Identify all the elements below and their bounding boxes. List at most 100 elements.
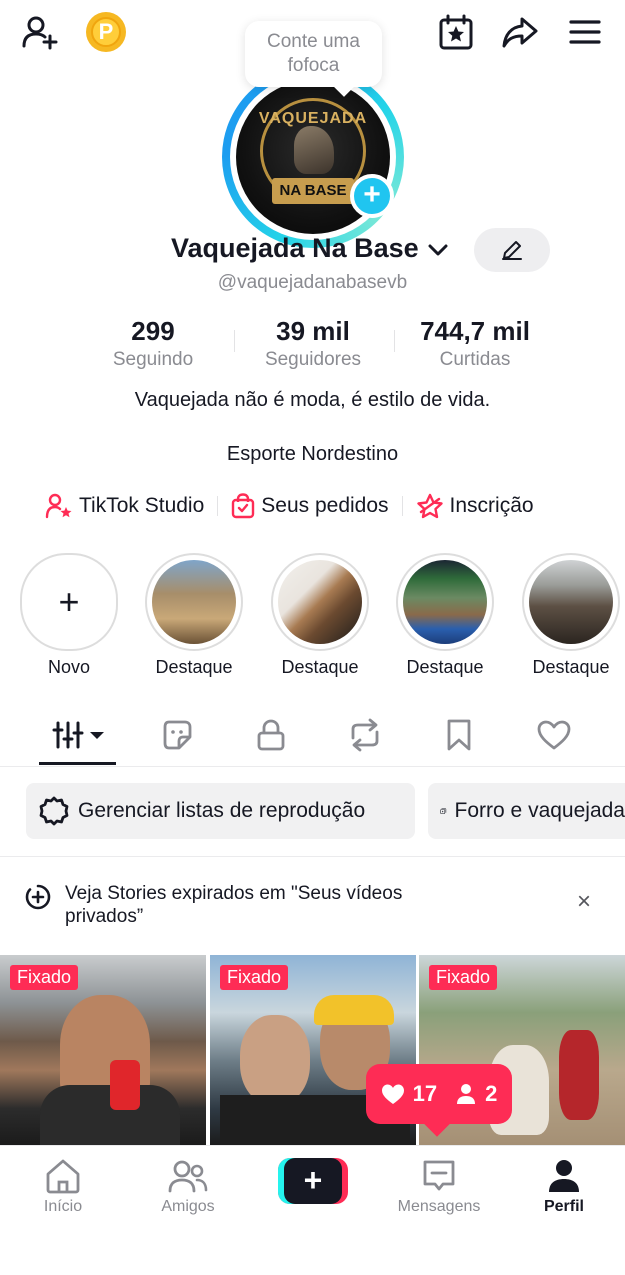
tab-saved[interactable] [429, 714, 489, 756]
stat-likes[interactable]: 744,7 mil Curtidas [410, 316, 540, 371]
link-tiktok-studio[interactable]: TikTok Studio [45, 493, 204, 519]
engagement-popup[interactable]: 17 2 [366, 1064, 512, 1124]
highlight-thumbnail [278, 560, 362, 644]
shopping-bag-icon [232, 493, 255, 519]
chevron-down-icon[interactable] [428, 243, 448, 257]
share-button[interactable] [500, 12, 540, 52]
edit-profile-button[interactable] [474, 228, 550, 272]
playlist-icon [440, 808, 447, 814]
nav-messages[interactable]: Mensagens [384, 1154, 494, 1216]
highlight-label: Destaque [532, 657, 610, 677]
highlight-thumbnail [403, 560, 487, 644]
story-prompt-bubble[interactable]: Conte uma fofoca [245, 21, 382, 87]
playlist-chip-label: Forro e vaquejada [454, 799, 625, 822]
add-highlight-icon: + [20, 553, 118, 651]
highlight-item[interactable]: Destaque [144, 553, 244, 678]
bookmark-icon [447, 719, 471, 751]
highlight-new-label: Novo [47, 657, 91, 677]
grid-filter-icon [52, 721, 104, 749]
highlight-label: Destaque [406, 657, 484, 677]
create-button[interactable]: + [278, 1158, 348, 1204]
share-arrow-icon [502, 17, 538, 48]
person-filled-icon [457, 1084, 476, 1104]
manage-playlists-label: Gerenciar listas de reprodução [78, 799, 366, 822]
heart-icon [537, 720, 571, 750]
profile-name[interactable]: Vaquejada Na Base [171, 233, 419, 264]
person-star-icon [45, 493, 72, 519]
home-icon [46, 1159, 80, 1194]
pinned-badge: Fixado [220, 965, 289, 990]
highlight-item[interactable]: Destaque [521, 553, 621, 678]
tab-videos[interactable] [48, 714, 108, 756]
friends-icon [168, 1160, 208, 1193]
repost-icon [351, 718, 379, 752]
bio-line-2: Esporte Nordestino [226, 443, 399, 465]
hamburger-menu-icon [569, 20, 601, 44]
bio-line-1: Vaquejada não é moda, é estilo de vida. [134, 389, 491, 411]
message-icon [423, 1160, 455, 1191]
sticker-icon [163, 720, 192, 750]
lock-icon [257, 719, 285, 751]
stat-following-label: Seguindo [112, 349, 194, 370]
create-plus-icon: + [284, 1158, 342, 1204]
highlight-new[interactable]: + Novo [19, 553, 119, 678]
link-subscription[interactable]: Inscrição [416, 493, 534, 519]
likes-count: 17 [412, 1081, 438, 1106]
menu-button[interactable] [565, 12, 605, 52]
coin-icon: P [91, 17, 121, 47]
nav-friends[interactable]: Amigos [133, 1154, 243, 1216]
nav-messages-label: Mensagens [397, 1198, 481, 1215]
followers-count: 2 [485, 1081, 498, 1106]
highlight-item[interactable]: Destaque [270, 553, 370, 678]
add-friend-button[interactable] [20, 12, 60, 52]
link-orders-label: Seus pedidos [261, 494, 389, 517]
stat-followers-label: Seguidores [264, 349, 362, 370]
nav-profile-label: Perfil [543, 1198, 584, 1215]
highlight-item[interactable]: Destaque [395, 553, 495, 678]
stat-likes-label: Curtidas [439, 349, 511, 370]
profile-handle: @vaquejadanabasevb [217, 272, 408, 293]
expired-stories-notice[interactable]: Veja Stories expirados em "Seus vídeos p… [65, 882, 485, 928]
manage-playlists-button[interactable]: Gerenciar listas de reprodução [26, 783, 415, 839]
highlight-thumbnail [152, 560, 236, 644]
video-thumbnail[interactable]: Fixado [0, 955, 206, 1147]
stat-following[interactable]: 299 Seguindo [100, 316, 206, 371]
heart-filled-icon [381, 1084, 404, 1104]
calendar-button[interactable] [436, 12, 476, 52]
subscription-star-icon [416, 493, 443, 519]
stat-likes-value: 744,7 mil [420, 316, 530, 346]
stat-followers[interactable]: 39 mil Seguidores [254, 316, 372, 371]
bottom-navigation: Início Amigos + Mensagens Perfil [0, 1145, 625, 1275]
link-subscription-label: Inscrição [449, 494, 534, 517]
profile-icon [549, 1160, 579, 1192]
nav-home-label: Início [43, 1198, 83, 1215]
person-plus-icon [22, 16, 58, 50]
nav-friends-label: Amigos [161, 1198, 215, 1215]
gear-icon [39, 796, 69, 826]
nav-home[interactable]: Início [8, 1154, 118, 1216]
tab-reposts[interactable] [335, 714, 395, 756]
nav-profile[interactable]: Perfil [509, 1154, 619, 1216]
calendar-star-icon [439, 14, 473, 50]
close-icon[interactable]: × [577, 888, 591, 916]
tab-stickers[interactable] [147, 714, 207, 756]
highlight-label: Destaque [281, 657, 359, 677]
link-tiktok-studio-label: TikTok Studio [79, 494, 205, 517]
playlist-chip[interactable]: Forro e vaquejada [428, 783, 625, 839]
stat-followers-value: 39 mil [276, 316, 350, 346]
link-orders[interactable]: Seus pedidos [231, 493, 389, 519]
highlight-label: Destaque [155, 657, 233, 677]
highlight-thumbnail [529, 560, 613, 644]
avatar-ring[interactable]: VAQUEJADA NA BASE [222, 66, 404, 248]
pinned-badge: Fixado [10, 965, 79, 990]
add-story-button[interactable]: + [350, 174, 394, 218]
stat-following-value: 299 [131, 316, 175, 346]
profile-links: TikTok Studio Seus pedidos Inscrição [45, 490, 534, 522]
story-plus-icon [25, 884, 51, 910]
tab-liked[interactable] [524, 714, 584, 756]
pencil-icon [502, 241, 522, 260]
active-tab-indicator [39, 762, 116, 765]
coin-button[interactable]: P [86, 12, 126, 52]
logo-text-bottom: NA BASE [272, 178, 354, 204]
tab-private[interactable] [241, 714, 301, 756]
